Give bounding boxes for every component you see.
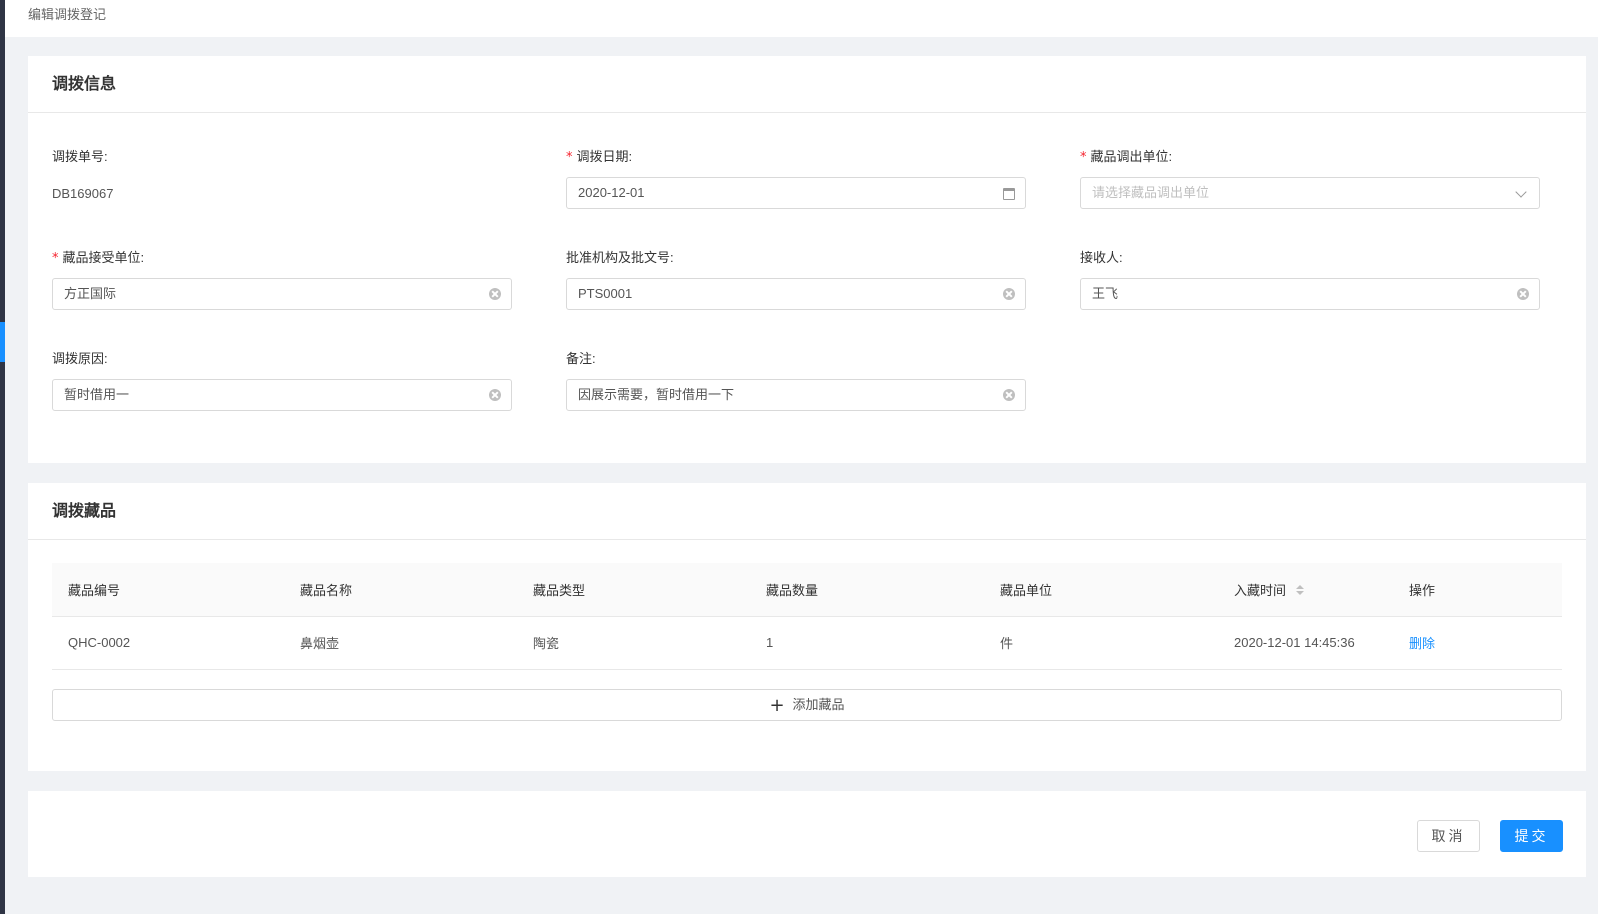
add-item-button[interactable]: + 添加藏品	[52, 689, 1562, 721]
cell-unit: 件	[984, 616, 1218, 670]
column-header: 藏品名称	[284, 563, 517, 617]
table-row: QHC-0002 鼻烟壶 陶瓷 1 件 2020-12-01 14:45:36 …	[52, 616, 1562, 670]
required-mark: *	[566, 150, 573, 165]
remark-input[interactable]: 因展示需要，暂时借用一下	[566, 379, 1026, 411]
clear-icon[interactable]	[1003, 288, 1015, 300]
cell-time: 2020-12-01 14:45:36	[1218, 616, 1393, 670]
field-label: 调拨原因:	[52, 351, 108, 366]
field-receive-unit: * 藏品接受单位: 方正国际	[52, 249, 512, 310]
sidebar-edge	[0, 0, 5, 914]
delete-link[interactable]: 删除	[1409, 636, 1435, 651]
field-label: 接收人:	[1080, 250, 1123, 265]
header-bar: 编辑调拨登记	[5, 0, 1598, 37]
cell-action: 删除	[1393, 616, 1562, 670]
field-label: * 藏品接受单位:	[52, 250, 145, 266]
cell-name: 鼻烟壶	[284, 616, 517, 670]
card-title: 调拨藏品	[28, 483, 1586, 540]
column-header: 藏品类型	[517, 563, 750, 617]
table-header-row: 藏品编号 藏品名称 藏品类型 藏品数量 藏品单位 入藏时间 操作	[52, 563, 1562, 617]
cell-code: QHC-0002	[52, 616, 284, 670]
field-approval-no: 批准机构及批文号: PTS0001	[566, 249, 1026, 310]
field-label: 备注:	[566, 351, 596, 366]
cell-qty: 1	[750, 616, 984, 670]
transfer-no-value: DB169067	[52, 186, 114, 201]
cell-type: 陶瓷	[517, 616, 750, 670]
breadcrumb: 编辑调拨登记	[28, 7, 107, 22]
column-header: 藏品数量	[750, 563, 984, 617]
field-out-unit: * 藏品调出单位: 请选择藏品调出单位	[1080, 148, 1540, 209]
receive-unit-input[interactable]: 方正国际	[52, 278, 512, 310]
clear-icon[interactable]	[1517, 288, 1529, 300]
out-unit-placeholder: 请选择藏品调出单位	[1092, 185, 1210, 200]
footer-actions-card: 取消 提交	[28, 791, 1586, 877]
transfer-info-card: 调拨信息 调拨单号: DB169067 * 调拨日期: 2020-12-01 * 藏…	[28, 56, 1586, 463]
receiver-input[interactable]: 王飞	[1080, 278, 1540, 310]
clear-icon[interactable]	[489, 389, 501, 401]
column-header: 藏品单位	[984, 563, 1218, 617]
card-title: 调拨信息	[28, 56, 1586, 113]
transfer-items-card: 调拨藏品 藏品编号 藏品名称 藏品类型 藏品数量 藏品单位 入藏时间 操作 QH…	[28, 483, 1586, 771]
approval-no-input[interactable]: PTS0001	[566, 278, 1026, 310]
sort-icon[interactable]	[1296, 585, 1305, 597]
clear-icon[interactable]	[489, 288, 501, 300]
submit-button[interactable]: 提交	[1500, 820, 1563, 852]
field-remark: 备注: 因展示需要，暂时借用一下	[566, 350, 1026, 411]
required-mark: *	[52, 251, 59, 266]
column-header-sortable[interactable]: 入藏时间	[1218, 563, 1393, 617]
field-reason: 调拨原因: 暂时借用一	[52, 350, 512, 411]
field-label: 调拨单号:	[52, 149, 108, 164]
calendar-icon	[1003, 188, 1015, 200]
transfer-date-picker[interactable]: 2020-12-01	[566, 177, 1026, 209]
column-header: 藏品编号	[52, 563, 284, 617]
clear-icon[interactable]	[1003, 389, 1015, 401]
field-transfer-no: 调拨单号: DB169067	[52, 148, 512, 201]
plus-icon: +	[769, 695, 785, 716]
out-unit-select[interactable]: 请选择藏品调出单位	[1080, 177, 1540, 209]
cancel-button[interactable]: 取消	[1417, 820, 1480, 852]
field-receiver: 接收人: 王飞	[1080, 249, 1540, 310]
chevron-down-icon	[1515, 186, 1527, 198]
items-table: 藏品编号 藏品名称 藏品类型 藏品数量 藏品单位 入藏时间 操作 QHC-000…	[52, 563, 1562, 670]
reason-input[interactable]: 暂时借用一	[52, 379, 512, 411]
field-label: * 调拨日期:	[566, 149, 633, 165]
field-transfer-date: * 调拨日期: 2020-12-01	[566, 148, 1026, 209]
sidebar-active-indicator	[0, 322, 5, 362]
column-header: 操作	[1393, 563, 1562, 617]
field-label: 批准机构及批文号:	[566, 250, 674, 265]
required-mark: *	[1080, 150, 1087, 165]
field-label: * 藏品调出单位:	[1080, 149, 1173, 165]
